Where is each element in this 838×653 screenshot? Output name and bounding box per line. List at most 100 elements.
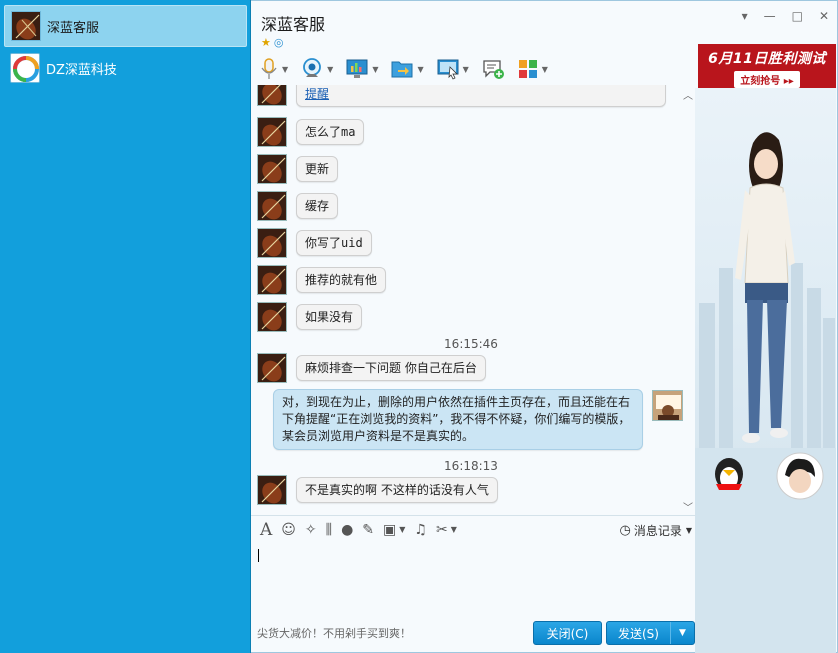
message-bubble: 怎么了ma — [296, 119, 365, 145]
apps-grid-icon — [518, 60, 537, 78]
menu-dropdown-icon[interactable]: ▾ — [742, 9, 748, 23]
microphone-icon — [261, 58, 277, 79]
message-bubble: 提醒 — [296, 85, 666, 107]
folder-arrow-icon — [391, 61, 413, 78]
violin-avatar — [257, 475, 287, 505]
message-timestamp: 16:18:13 — [444, 459, 498, 473]
window-controls: ▾ — □ ✕ — [742, 9, 829, 23]
message-input[interactable] — [251, 543, 696, 613]
message-bubble: 推荐的就有他 — [296, 267, 387, 293]
chevron-down-icon: ▼ — [685, 526, 692, 535]
chat-add-icon — [483, 60, 504, 79]
chat-window: 深蓝客服 ★ ◎ ▾ — □ ✕ ▼ ▼ ▼ ▼ ▼ ▼ 6月11日胜利测试 立… — [251, 0, 838, 653]
self-avatar — [652, 390, 683, 421]
contact-name: DZ深蓝科技 — [46, 62, 117, 78]
message-bubble: 麻烦排查一下问题 你自己在后台 — [296, 355, 486, 381]
voice-message-icon[interactable]: ● — [341, 522, 353, 538]
scroll-down-icon[interactable]: ﹀ — [683, 499, 693, 514]
shake-window-icon[interactable]: ⫼ — [326, 522, 332, 538]
apps-button[interactable]: ▼ — [517, 58, 548, 80]
self-message-item: 对，到现在为止，删除的用户依然在插件主页存在，而且还能在右下角提醒“正在浏览我的… — [273, 389, 643, 450]
message-history-button[interactable]: ◷ 消息记录 ▼ — [619, 522, 692, 539]
chevron-down-icon[interactable]: ▼ — [542, 65, 548, 74]
reminder-link[interactable]: 提醒 — [305, 87, 329, 101]
avatar-show-panel — [695, 88, 836, 653]
violin-avatar — [257, 85, 287, 106]
voice-call-button[interactable]: ▼ — [259, 57, 288, 81]
history-label: 消息记录 — [633, 524, 682, 538]
contact-item-shenlan-kefu[interactable]: 深蓝客服 — [4, 5, 247, 47]
chevron-down-icon[interactable]: ▼ — [282, 65, 288, 74]
text-cursor — [258, 549, 259, 562]
send-options-chevron-icon[interactable]: ▼ — [670, 622, 694, 644]
swirl-icon[interactable]: ◎ — [274, 36, 284, 49]
violin-avatar — [11, 11, 41, 41]
remote-assist-button[interactable]: ▼ — [436, 58, 469, 80]
message-item: 不是真实的啊 不这样的话没有人气 — [257, 475, 498, 505]
message-bubble: 更新 — [296, 156, 339, 182]
send-label: 发送(S) — [618, 626, 659, 641]
violin-avatar — [257, 302, 287, 332]
clock-icon: ◷ — [619, 523, 631, 538]
message-bubble: 不是真实的啊 不这样的话没有人气 — [296, 477, 498, 503]
input-toolbar: A ☺ ✧ ⫼ ● ✎ ▣ ▼ ♫ ✂ ▼ ◷ 消息记录 ▼ — [251, 515, 696, 543]
chevron-down-icon[interactable]: ▼ — [372, 65, 378, 74]
message-timestamp: 16:15:46 — [444, 337, 498, 351]
chat-toolbar: ▼ ▼ ▼ ▼ ▼ ▼ — [259, 55, 560, 83]
remote-desktop-icon — [437, 59, 459, 80]
magic-wand-icon[interactable]: ✧ — [305, 522, 317, 538]
message-item: 缓存 — [257, 191, 339, 221]
message-bubble: 缓存 — [296, 193, 339, 219]
close-icon[interactable]: ✕ — [819, 9, 829, 23]
message-item: 你写了uid — [257, 228, 372, 258]
message-history: 提醒 怎么了ma 更新 缓存 你写了uid 推荐的就有他 如果没有 16:15:… — [251, 85, 696, 515]
webcam-icon — [303, 58, 322, 77]
chevron-down-icon[interactable]: ▼ — [463, 65, 469, 74]
character-illustration — [695, 132, 836, 653]
image-icon[interactable]: ▣ ▼ — [383, 522, 405, 538]
star-icon[interactable]: ★ — [261, 36, 271, 49]
message-item: 提醒 — [257, 85, 666, 107]
send-file-button[interactable]: ▼ — [390, 58, 424, 80]
violin-avatar — [257, 265, 287, 295]
emoji-icon[interactable]: ☺ — [281, 522, 296, 538]
video-call-button[interactable]: ▼ — [300, 57, 333, 81]
dz-logo-avatar — [10, 53, 40, 83]
screen-share-button[interactable]: ▼ — [345, 58, 378, 80]
create-discussion-button[interactable] — [481, 58, 505, 80]
message-item: 推荐的就有他 — [257, 265, 387, 295]
ad-banner[interactable]: 6月11日胜利测试 立刻抢号 ▸▸ — [698, 44, 836, 88]
chevron-down-icon[interactable]: ▼ — [327, 65, 333, 74]
contact-list: 深蓝客服 DZ深蓝科技 — [0, 0, 251, 653]
font-icon[interactable]: A — [260, 520, 272, 540]
message-item: 如果没有 — [257, 302, 363, 332]
close-button[interactable]: 关闭(C) — [533, 621, 602, 645]
violin-avatar — [257, 228, 287, 258]
penguin-icon — [715, 458, 743, 490]
ad-cta: 立刻抢号 ▸▸ — [734, 71, 800, 88]
music-icon[interactable]: ♫ — [414, 522, 427, 538]
maximize-icon[interactable]: □ — [792, 9, 803, 23]
violin-avatar — [257, 117, 287, 147]
screenshot-scissors-icon[interactable]: ✂ ▼ — [436, 522, 457, 538]
violin-avatar — [257, 154, 287, 184]
message-bubble: 你写了uid — [296, 230, 372, 256]
minimize-icon[interactable]: — — [764, 9, 776, 23]
self-message-bubble: 对，到现在为止，删除的用户依然在插件主页存在，而且还能在右下角提醒“正在浏览我的… — [273, 389, 643, 450]
title-sub-icons: ★ ◎ — [261, 36, 283, 49]
message-item: 更新 — [257, 154, 339, 184]
violin-avatar — [257, 191, 287, 221]
violin-avatar — [257, 353, 287, 383]
contact-item-dz-shenlan-keji[interactable]: DZ深蓝科技 — [4, 47, 247, 89]
send-button[interactable]: 发送(S) ▼ — [606, 621, 695, 645]
chat-title: 深蓝客服 — [261, 15, 326, 34]
promo-text[interactable]: 尖货大减价！不用剁手买到爽！ — [257, 625, 411, 641]
message-item: 怎么了ma — [257, 117, 365, 147]
edit-note-icon[interactable]: ✎ — [362, 522, 374, 538]
contact-name: 深蓝客服 — [47, 20, 100, 36]
message-bubble: 如果没有 — [296, 304, 363, 330]
scroll-up-icon[interactable]: ︿ — [683, 87, 693, 102]
ad-headline: 6月11日胜利测试 — [708, 51, 826, 67]
chevron-down-icon[interactable]: ▼ — [417, 65, 423, 74]
message-item: 麻烦排查一下问题 你自己在后台 — [257, 353, 486, 383]
